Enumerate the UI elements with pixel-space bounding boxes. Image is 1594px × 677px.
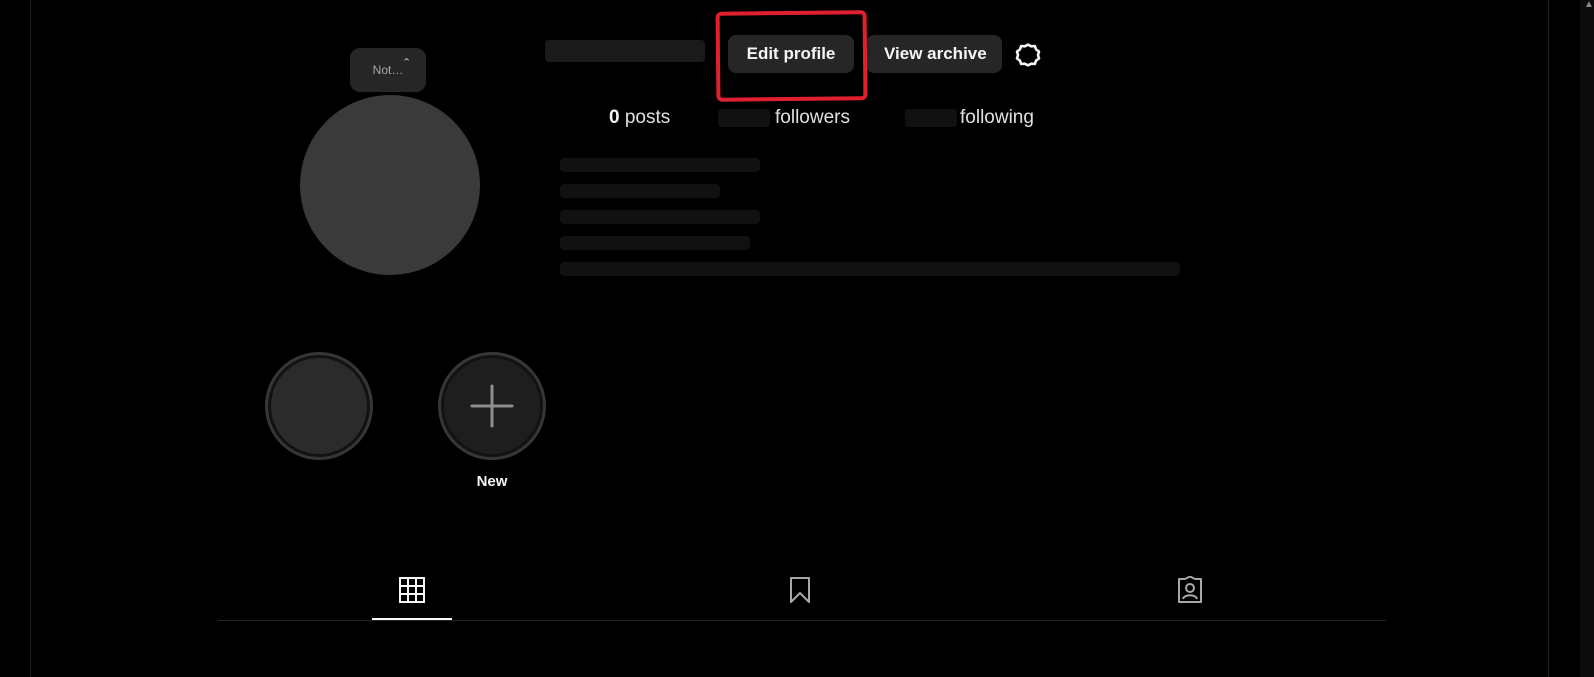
note-text: Not… [372, 63, 404, 77]
posts-label: posts [624, 107, 671, 128]
highlight-cover-image [271, 358, 367, 454]
bio-redacted-line [560, 210, 760, 224]
new-highlight-inner [444, 358, 540, 454]
tab-tagged[interactable] [1150, 576, 1230, 620]
bio-redacted-line [560, 236, 750, 250]
profile-page: ▲ Not… ⌃ Edit profile View archive 0 pos… [0, 0, 1594, 677]
followers-stat[interactable]: followers [775, 107, 850, 129]
right-divider [1548, 0, 1549, 677]
followers-count-redacted [718, 109, 770, 127]
following-stat[interactable]: following [960, 107, 1034, 129]
bookmark-icon [790, 577, 810, 603]
settings-gear-icon[interactable] [1013, 40, 1043, 70]
left-sidebar-divider [30, 0, 31, 677]
following-label: following [960, 107, 1034, 128]
grid-icon [399, 577, 425, 603]
following-count-redacted [905, 109, 957, 127]
scroll-up-arrow-icon[interactable]: ▲ [1584, 0, 1594, 10]
annotation-highlight-box [715, 10, 868, 102]
story-highlight[interactable] [262, 352, 376, 473]
highlight-cover[interactable] [265, 352, 373, 460]
posts-count: 0 [609, 107, 620, 128]
new-highlight-circle[interactable] [438, 352, 546, 460]
bio-redacted-line [560, 262, 1180, 276]
tagged-user-icon [1178, 576, 1202, 603]
tab-posts[interactable] [372, 576, 452, 620]
posts-stat: 0 posts [609, 107, 670, 129]
profile-avatar[interactable] [300, 95, 480, 275]
new-highlight-label: New [476, 473, 508, 490]
note-bubble[interactable]: Not… [350, 48, 426, 92]
scrollbar[interactable] [1580, 0, 1594, 677]
tabs-divider [218, 620, 1386, 621]
bio-redacted-line [560, 184, 720, 198]
username-redacted [545, 40, 705, 62]
plus-icon [470, 384, 514, 428]
followers-label: followers [775, 107, 850, 128]
bio-redacted-line [560, 158, 760, 172]
view-archive-button[interactable]: View archive [866, 35, 1002, 73]
new-highlight[interactable]: New [435, 352, 549, 490]
tab-saved[interactable] [760, 576, 840, 620]
note-caret-icon: ⌃ [402, 57, 412, 69]
